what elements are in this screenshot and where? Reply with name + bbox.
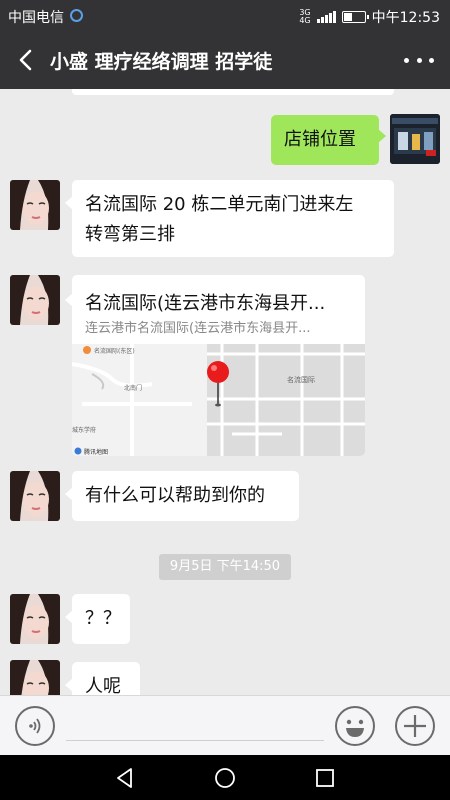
nav-home-icon[interactable]	[213, 766, 237, 790]
nav-back-icon[interactable]	[113, 766, 137, 790]
message-text-line: 名流国际 20 栋二单元南门进来左	[85, 194, 354, 215]
contact-message-bubble[interactable]: 名流国际 20 栋二单元南门进来左 转弯第三排	[65, 180, 394, 257]
contact-avatar[interactable]	[10, 660, 60, 695]
chat-title: 小盛 理疗经络调理 招学徒	[50, 51, 273, 73]
more-dots-icon[interactable]	[404, 48, 434, 72]
location-map[interactable]: 名流国际(东区) 北南门 名流国际 城东学府 腾讯地图	[72, 344, 365, 456]
emoji-icon[interactable]	[335, 706, 375, 746]
nav-recents-icon[interactable]	[313, 766, 337, 790]
contact-avatar[interactable]	[10, 594, 60, 644]
previous-message-bubble	[72, 89, 394, 95]
svg-text:腾讯地图: 腾讯地图	[84, 448, 108, 456]
clock: 中午12:53	[371, 10, 440, 26]
back-arrow-icon[interactable]	[12, 46, 40, 74]
contact-avatar[interactable]	[10, 180, 60, 230]
input-bar	[0, 695, 450, 755]
my-avatar[interactable]	[390, 114, 440, 164]
message-list[interactable]: 店铺位置 名流国际 20 栋二单元南门进来左 转弯第三排 名流国际(连云港市东海…	[0, 89, 450, 695]
message-text: 有什么可以帮助到你的	[85, 485, 265, 506]
voice-icon[interactable]	[15, 706, 55, 746]
chat-header: 小盛 理疗经络调理 招学徒	[0, 32, 450, 89]
svg-text:北南门: 北南门	[124, 384, 142, 392]
signal-icon	[316, 11, 336, 23]
contact-message-bubble[interactable]: 有什么可以帮助到你的	[65, 471, 299, 521]
status-indicators: 3G 4G 中午12:53	[299, 7, 440, 27]
location-title: 名流国际(连云港市东海县开...	[85, 293, 326, 314]
message-input[interactable]	[66, 740, 324, 741]
hd-call-icon	[70, 9, 83, 22]
contact-avatar[interactable]	[10, 471, 60, 521]
location-card[interactable]: 名流国际(连云港市东海县开... 连云港市名流国际(连云港市东海县开... 名流…	[72, 275, 365, 456]
contact-message-bubble[interactable]: 人呢	[65, 662, 140, 695]
battery-icon	[341, 11, 369, 23]
carrier-name: 中国电信	[8, 10, 64, 26]
svg-text:名流国际(东区): 名流国际(东区)	[94, 347, 135, 355]
system-nav-bar	[0, 755, 450, 800]
message-text-line: 转弯第三排	[85, 224, 175, 245]
svg-text:名流国际: 名流国际	[287, 375, 315, 384]
network-type: 3G 4G	[299, 8, 311, 25]
message-text: 店铺位置	[284, 129, 356, 150]
contact-message-bubble[interactable]: ？？	[65, 594, 130, 644]
message-text: ？？	[85, 608, 121, 629]
location-address: 连云港市名流国际(连云港市东海县开...	[85, 321, 311, 336]
message-text: 人呢	[85, 676, 121, 695]
status-bar: 中国电信 3G 4G 中午12:53	[0, 0, 450, 32]
svg-text:城东学府: 城东学府	[72, 426, 96, 434]
message-timestamp: 9月5日 下午14:50	[159, 554, 291, 580]
plus-icon[interactable]	[395, 706, 435, 746]
contact-avatar[interactable]	[10, 275, 60, 325]
my-message-bubble[interactable]: 店铺位置	[271, 115, 386, 165]
